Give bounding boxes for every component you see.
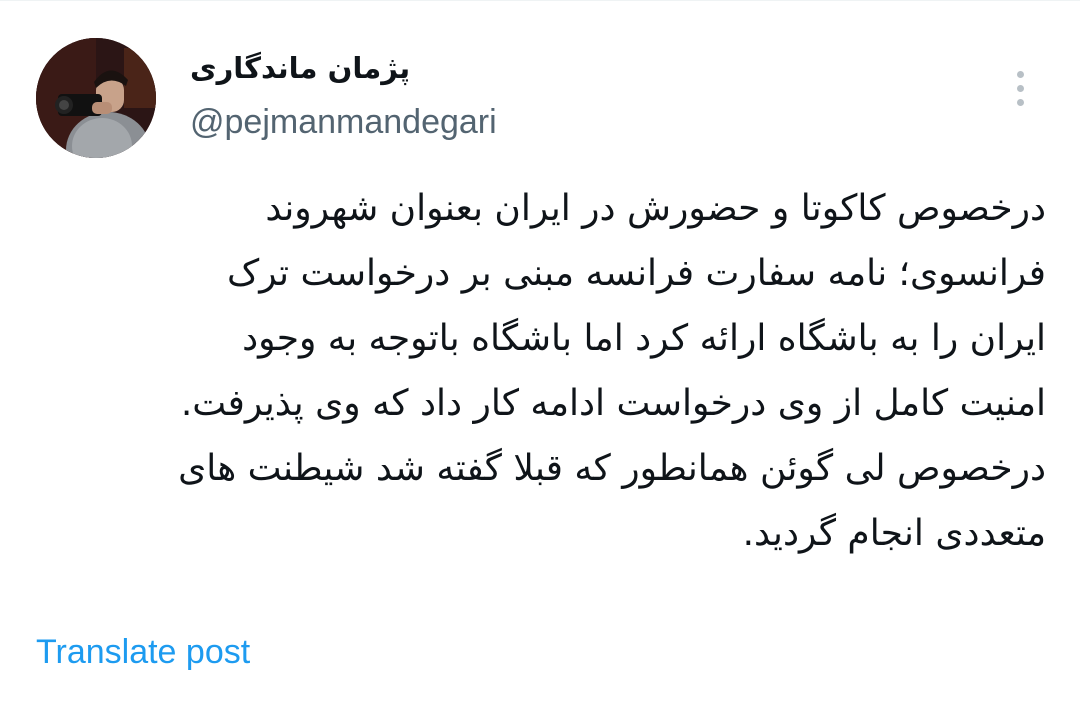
- more-vertical-icon-dot: [1016, 98, 1024, 106]
- more-options-button[interactable]: [1000, 60, 1040, 116]
- post-text: درخصوص کاکوتا و حضورش در ایران بعنوان شه…: [30, 176, 1046, 566]
- avatar[interactable]: [36, 38, 156, 158]
- post-text-line: درخصوص کاکوتا و حضورش در ایران بعنوان شه…: [265, 188, 1046, 229]
- more-vertical-icon: [1016, 70, 1024, 78]
- more-vertical-icon-dot: [1016, 84, 1024, 92]
- post-text-line: ایران را به باشگاه ارائه کرد اما باشگاه …: [242, 318, 1046, 359]
- avatar-image: [36, 38, 156, 158]
- post-text-line: درخصوص لی گوئن همانطور که قبلا گفته شد ش…: [178, 448, 1046, 489]
- post-text-line: متعددی انجام گردید.: [742, 513, 1046, 554]
- user-handle[interactable]: @pejmanmandegari: [190, 100, 497, 144]
- top-divider: [0, 0, 1080, 1]
- post-text-line: فرانسوی؛ نامه سفارت فرانسه مبنی بر درخوا…: [226, 253, 1046, 294]
- post-text-line: امنیت کامل از وی درخواست ادامه کار داد ک…: [180, 383, 1046, 424]
- translate-post-link[interactable]: Translate post: [36, 630, 250, 674]
- display-name[interactable]: پژمان ماندگاری: [190, 48, 410, 88]
